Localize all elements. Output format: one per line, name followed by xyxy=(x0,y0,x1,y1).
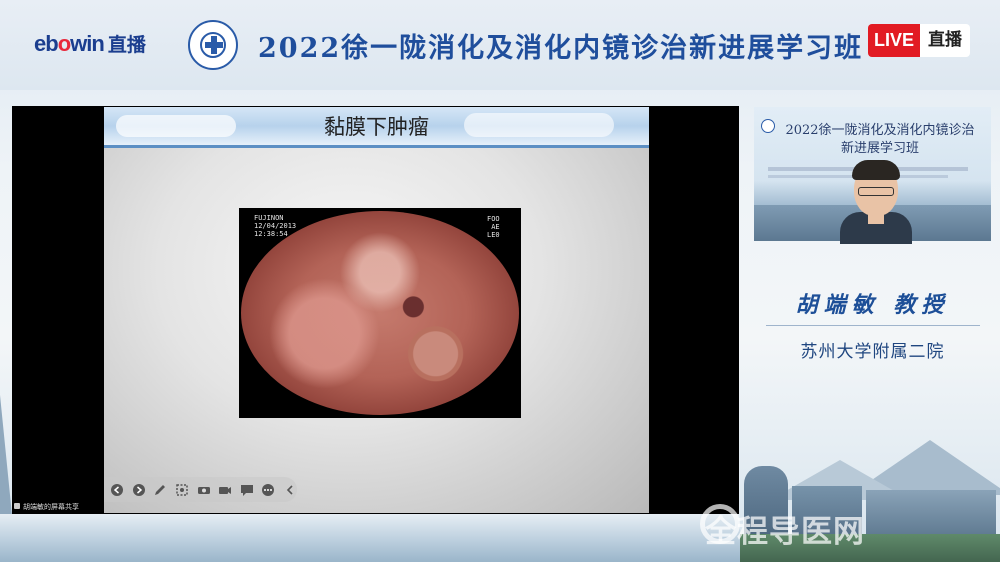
comment-icon[interactable] xyxy=(239,481,254,498)
presenter-text: 胡端敏的屏幕共享 xyxy=(23,503,79,511)
collapse-icon[interactable] xyxy=(283,481,298,498)
watermark-text: 全程导医网 xyxy=(705,514,865,550)
logo-prefix: eb xyxy=(34,31,59,56)
speaker-video-figure xyxy=(840,160,912,244)
camera-emblem-icon xyxy=(761,119,775,133)
live-label: LIVE xyxy=(868,24,921,57)
speaker-name: 胡端敏 教授 xyxy=(795,292,950,318)
logo-suffix: win xyxy=(70,31,105,56)
speaker-institution: 苏州大学附属二院 xyxy=(800,342,945,362)
hospital-emblem-icon xyxy=(188,20,238,70)
ebowin-logo: ebowin 直播 xyxy=(34,30,146,57)
decorative-hill xyxy=(0,395,12,515)
live-badge: LIVE 直播 xyxy=(868,24,971,57)
camera-icon[interactable] xyxy=(218,481,233,498)
slide-title: 黏膜下肿瘤 xyxy=(324,115,429,139)
speaker-divider xyxy=(766,325,980,326)
annotation-toolbar xyxy=(104,477,297,502)
live-text: 直播 xyxy=(920,24,971,57)
more-icon[interactable] xyxy=(261,481,276,498)
next-icon[interactable] xyxy=(132,481,147,498)
camera-background-title: 2022徐一陇消化及消化内镜诊治新进展学习班 xyxy=(785,123,975,156)
pen-icon[interactable] xyxy=(153,481,168,498)
laser-icon[interactable] xyxy=(196,481,211,498)
decorative-water xyxy=(0,514,740,562)
logo-zhibo: 直播 xyxy=(107,35,146,56)
select-icon[interactable] xyxy=(175,481,190,498)
prev-icon[interactable] xyxy=(110,481,125,498)
logo-o: o xyxy=(57,31,71,56)
endoscopy-image xyxy=(241,211,519,415)
endoscope-info-right: FOO AE LE0 xyxy=(487,215,500,239)
endoscope-info-left: FUJINON 12/04/2013 12:38:54 xyxy=(254,214,297,238)
slide-divider xyxy=(104,145,649,148)
event-title: 2022徐一陇消化及消化内镜诊治新进展学习班 xyxy=(258,33,864,64)
screen-share-icon xyxy=(14,503,20,509)
presenter-label: 胡端敏的屏幕共享 xyxy=(14,502,79,512)
